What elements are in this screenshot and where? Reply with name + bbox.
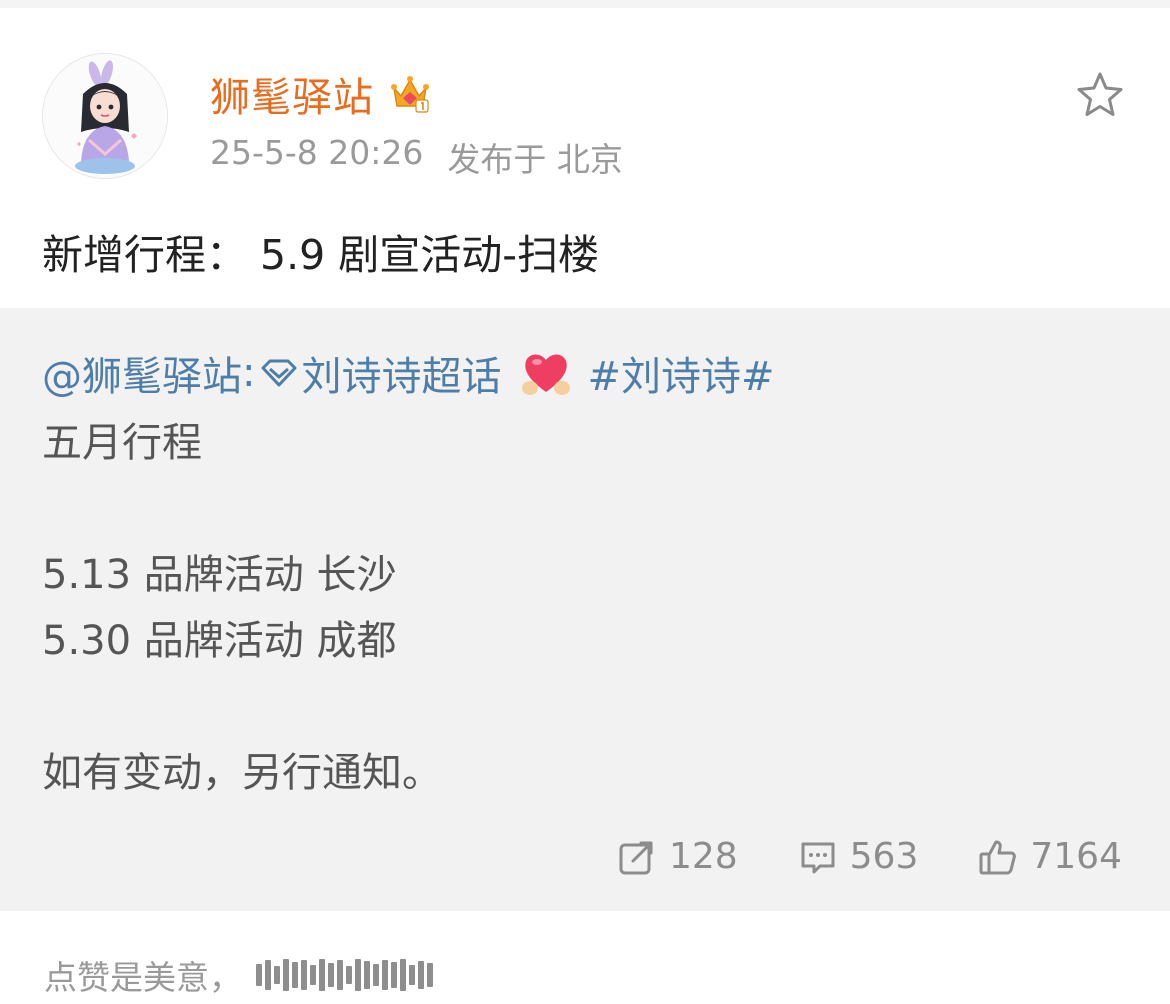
star-icon[interactable] (1074, 70, 1126, 122)
like-count: 7164 (1030, 836, 1122, 877)
repost-line-item-1: 5.13 品牌活动 长沙 (42, 552, 397, 598)
post-date: 25-5-8 20:26 (210, 133, 424, 172)
hashtag-link[interactable]: #刘诗诗# (587, 344, 774, 402)
heart-hands-icon (522, 354, 571, 395)
repost-count: 128 (668, 836, 738, 877)
comment-preview[interactable]: 点赞是美意， (44, 950, 433, 1000)
reposted-card[interactable]: @狮髦驿站 : 刘诗诗超话 #刘诗诗# 五月行程 5.13 品牌活动 长沙 5.… (0, 308, 1170, 911)
action-bar: 128 563 7164 (617, 836, 1122, 877)
post-location: 发布于 北京 (447, 140, 623, 179)
section-divider (0, 911, 1170, 933)
repost-header-line: @狮髦驿站 : 刘诗诗超话 #刘诗诗# (42, 344, 775, 402)
mention-colon: : (242, 350, 256, 396)
weibo-post-screen: 狮髦驿站 25-5-8 20:26 发布于 北京 新增行程： 5.9 剧宣活动-… (0, 0, 1170, 1004)
crown-badge-icon (391, 76, 429, 113)
mention-link[interactable]: @狮髦驿站 (42, 344, 242, 402)
avatar[interactable] (42, 53, 168, 179)
post-card: 狮髦驿站 25-5-8 20:26 发布于 北京 新增行程： 5.9 剧宣活动-… (0, 8, 1170, 308)
top-divider (0, 0, 1170, 8)
username-row: 狮髦驿站 (210, 66, 432, 122)
redacted-text (256, 958, 433, 992)
thumbs-up-icon (979, 840, 1017, 874)
comment-count: 563 (849, 836, 919, 877)
username[interactable]: 狮髦驿站 (210, 65, 374, 123)
share-icon (619, 841, 653, 874)
comment-prefix: 点赞是美意， (44, 958, 242, 997)
repost-line-item-2: 5.30 品牌活动 成都 (42, 618, 397, 664)
repost-button[interactable]: 128 (617, 836, 738, 877)
like-button[interactable]: 7164 (978, 836, 1122, 877)
repost-line-title: 五月行程 (42, 420, 202, 466)
comment-button[interactable]: 563 (798, 836, 919, 877)
supertopic-link[interactable]: 刘诗诗超话 (301, 344, 501, 402)
avatar-illustration (43, 54, 167, 178)
diamond-icon (261, 359, 297, 387)
comment-icon (801, 842, 835, 873)
repost-line-note: 如有变动，另行通知。 (42, 750, 442, 796)
post-meta: 25-5-8 20:26 发布于 北京 (210, 133, 623, 181)
post-text: 新增行程： 5.9 剧宣活动-扫楼 (42, 231, 600, 279)
